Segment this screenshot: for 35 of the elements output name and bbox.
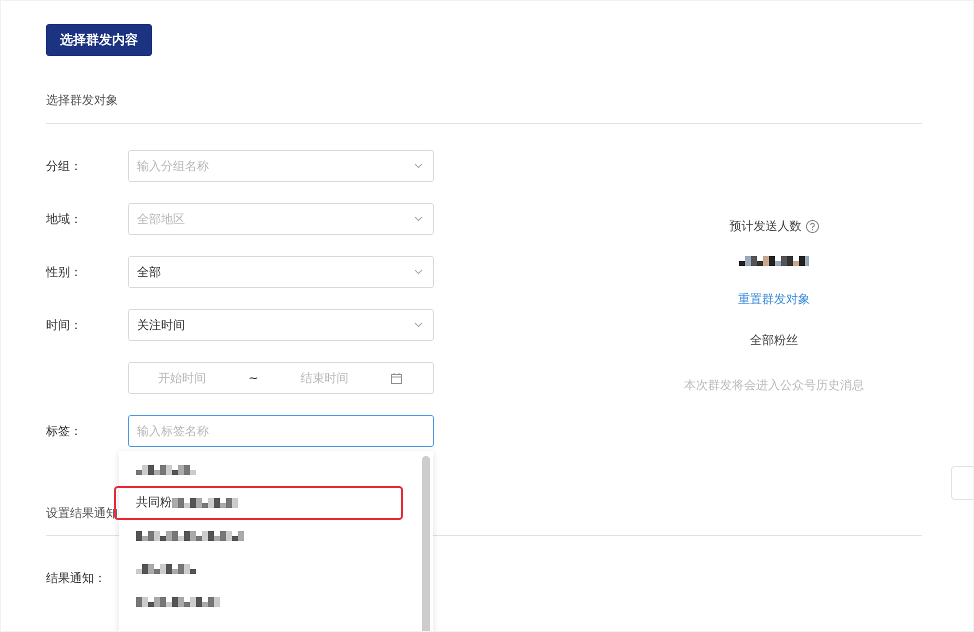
dropdown-field[interactable]: 输入分组名称 (128, 150, 434, 182)
chevron-down-icon (414, 269, 423, 275)
pixelated-text-drawing (136, 564, 196, 574)
field-label: 地域： (46, 211, 83, 228)
field-label: 分组： (46, 158, 83, 175)
start-time-field[interactable]: 开始时间 (158, 370, 206, 386)
dropdown-field[interactable]: 关注时间 (128, 309, 434, 341)
history-note: 本次群发将会进入公众号历史消息 (684, 377, 864, 394)
chevron-down-icon (414, 163, 423, 169)
pixelated-text-drawing (136, 464, 196, 474)
scrollbar-thumb[interactable] (422, 456, 430, 631)
dropdown-field[interactable]: 全部 (128, 256, 434, 288)
field-label: 结果通知： (46, 570, 106, 587)
end-time-field[interactable]: 结束时间 (300, 370, 349, 386)
range-separator: ~ (248, 371, 258, 385)
help-icon[interactable] (806, 220, 818, 233)
field-label: 性别： (46, 264, 83, 281)
date-range-field[interactable]: 开始时间 ~ 结束时间 (128, 362, 434, 394)
select-content-button[interactable]: 选择群发内容 (46, 24, 152, 56)
tag-search-field[interactable]: 输入标签名称 (128, 415, 434, 447)
chevron-down-icon (414, 216, 423, 222)
estimate-title: 预计发送人数 (730, 218, 802, 235)
dropdown-field[interactable]: 全部地区 (128, 203, 434, 235)
pixelated-count-drawing (739, 256, 809, 266)
side-handle[interactable] (951, 466, 973, 500)
dropdown-item[interactable]: 共同粉 (119, 486, 433, 519)
audience-text: 全部粉丝 (750, 332, 798, 349)
section-title: 选择群发对象 (46, 92, 118, 109)
field-label: 时间： (46, 317, 83, 334)
calendar-icon (390, 372, 402, 384)
item-text: 共同粉 (136, 494, 172, 511)
reset-audience-link[interactable]: 重置群发对象 (738, 291, 810, 308)
field-label: 标签： (46, 423, 83, 440)
pixelated-text-drawing (172, 498, 238, 508)
chevron-down-icon (414, 322, 423, 328)
